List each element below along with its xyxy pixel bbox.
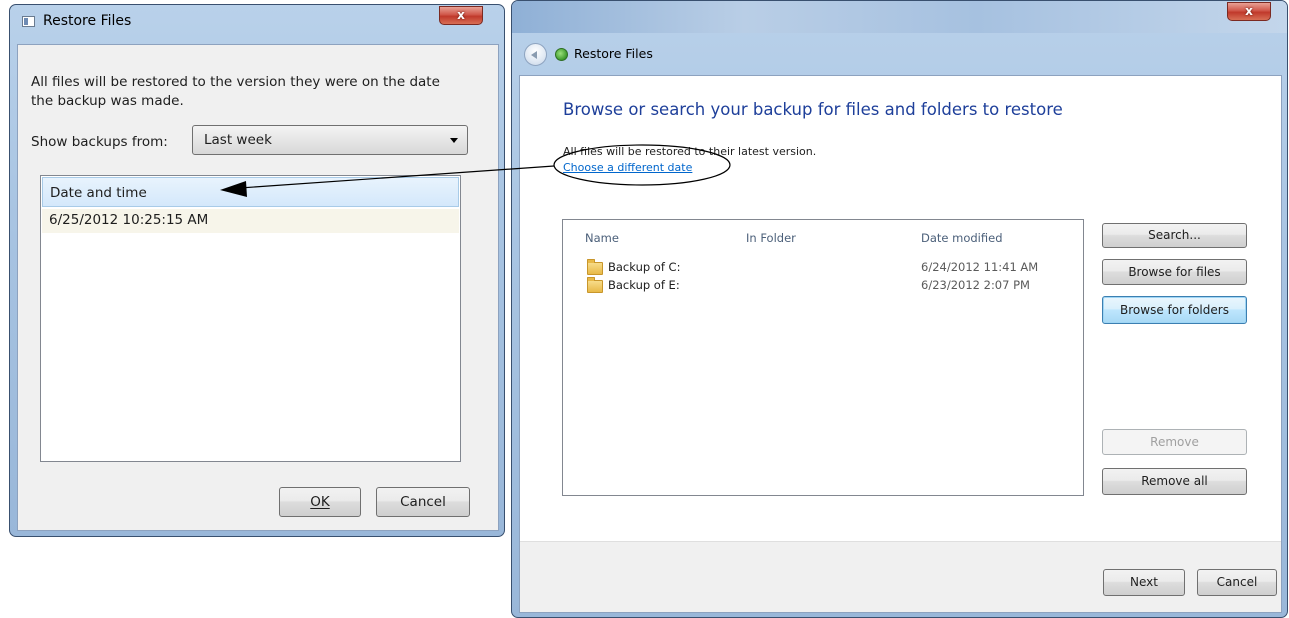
browse-for-files-button[interactable]: Browse for files xyxy=(1102,259,1247,285)
show-backups-dropdown[interactable]: Last week xyxy=(192,125,468,155)
back-button[interactable] xyxy=(524,43,547,66)
backup-date: 6/25/2012 10:25:15 AM xyxy=(49,212,209,228)
browse-for-files-label: Browse for files xyxy=(1128,265,1221,279)
dialog-title: Restore Files xyxy=(43,13,132,29)
remove-all-button[interactable]: Remove all xyxy=(1102,468,1247,495)
browse-for-folders-button[interactable]: Browse for folders xyxy=(1102,296,1247,324)
restore-files-dialog: Restore Files x All files will be restor… xyxy=(9,4,505,537)
column-header-date-and-time: Date and time xyxy=(50,185,147,201)
wizard-nav-bar: Restore Files xyxy=(519,33,1280,75)
search-button-label: Search... xyxy=(1148,228,1201,242)
search-button[interactable]: Search... xyxy=(1102,223,1247,248)
wizard-heading: Browse or search your backup for files a… xyxy=(563,100,1063,119)
restore-app-icon xyxy=(555,48,568,61)
restore-files-wizard: x Restore Files Browse or search your ba… xyxy=(511,0,1288,618)
show-backups-label: Show backups from: xyxy=(31,134,168,150)
dialog-body: All files will be restored to the versio… xyxy=(17,44,499,531)
restore-info-text: All files will be restored to their late… xyxy=(563,145,817,158)
folder-icon xyxy=(587,277,603,293)
folder-icon xyxy=(587,259,603,275)
dropdown-value: Last week xyxy=(204,132,272,148)
close-button[interactable]: x xyxy=(1227,2,1271,21)
item-date: 6/24/2012 11:41 AM xyxy=(921,260,1039,274)
ok-button[interactable]: OK xyxy=(279,487,361,517)
close-icon: x xyxy=(457,8,465,22)
wizard-footer: Next Cancel xyxy=(520,541,1281,612)
chevron-down-icon xyxy=(450,138,458,143)
wizard-title-bar[interactable]: x xyxy=(512,1,1287,33)
cancel-button[interactable]: Cancel xyxy=(1197,569,1277,596)
backup-list[interactable]: Date and time 6/25/2012 10:25:15 AM xyxy=(40,175,461,462)
file-list[interactable]: Name In Folder Date modified Backup of C… xyxy=(562,219,1084,496)
next-button[interactable]: Next xyxy=(1103,569,1185,596)
window-app-icon xyxy=(22,16,35,27)
list-item[interactable]: Backup of C: 6/24/2012 11:41 AM xyxy=(583,259,1073,277)
dialog-title-bar[interactable]: Restore Files x xyxy=(10,5,504,39)
item-name: Backup of E: xyxy=(608,278,680,292)
cancel-button-label: Cancel xyxy=(400,494,446,510)
wizard-title: Restore Files xyxy=(574,46,653,61)
cancel-button[interactable]: Cancel xyxy=(376,487,470,517)
cancel-button-label: Cancel xyxy=(1216,575,1258,589)
list-header[interactable]: Date and time xyxy=(42,177,459,207)
back-arrow-icon xyxy=(531,51,537,59)
close-icon: x xyxy=(1245,4,1253,18)
remove-all-label: Remove all xyxy=(1141,474,1208,488)
item-date: 6/23/2012 2:07 PM xyxy=(921,278,1030,292)
close-button[interactable]: x xyxy=(439,6,483,25)
browse-for-folders-label: Browse for folders xyxy=(1120,303,1229,317)
remove-button[interactable]: Remove xyxy=(1102,429,1247,455)
choose-date-link[interactable]: Choose a different date xyxy=(563,161,692,174)
wizard-content: Browse or search your backup for files a… xyxy=(519,75,1282,613)
next-button-label: Next xyxy=(1130,575,1158,589)
item-name: Backup of C: xyxy=(608,260,681,274)
column-header-in-folder[interactable]: In Folder xyxy=(746,231,796,245)
remove-button-label: Remove xyxy=(1150,435,1199,449)
column-header-date-modified[interactable]: Date modified xyxy=(921,231,1003,245)
column-header-name[interactable]: Name xyxy=(585,231,619,245)
restore-description: All files will be restored to the versio… xyxy=(31,74,440,109)
ok-button-label: OK xyxy=(310,494,330,510)
list-item[interactable]: 6/25/2012 10:25:15 AM xyxy=(42,209,459,233)
list-item[interactable]: Backup of E: 6/23/2012 2:07 PM xyxy=(583,277,1073,295)
